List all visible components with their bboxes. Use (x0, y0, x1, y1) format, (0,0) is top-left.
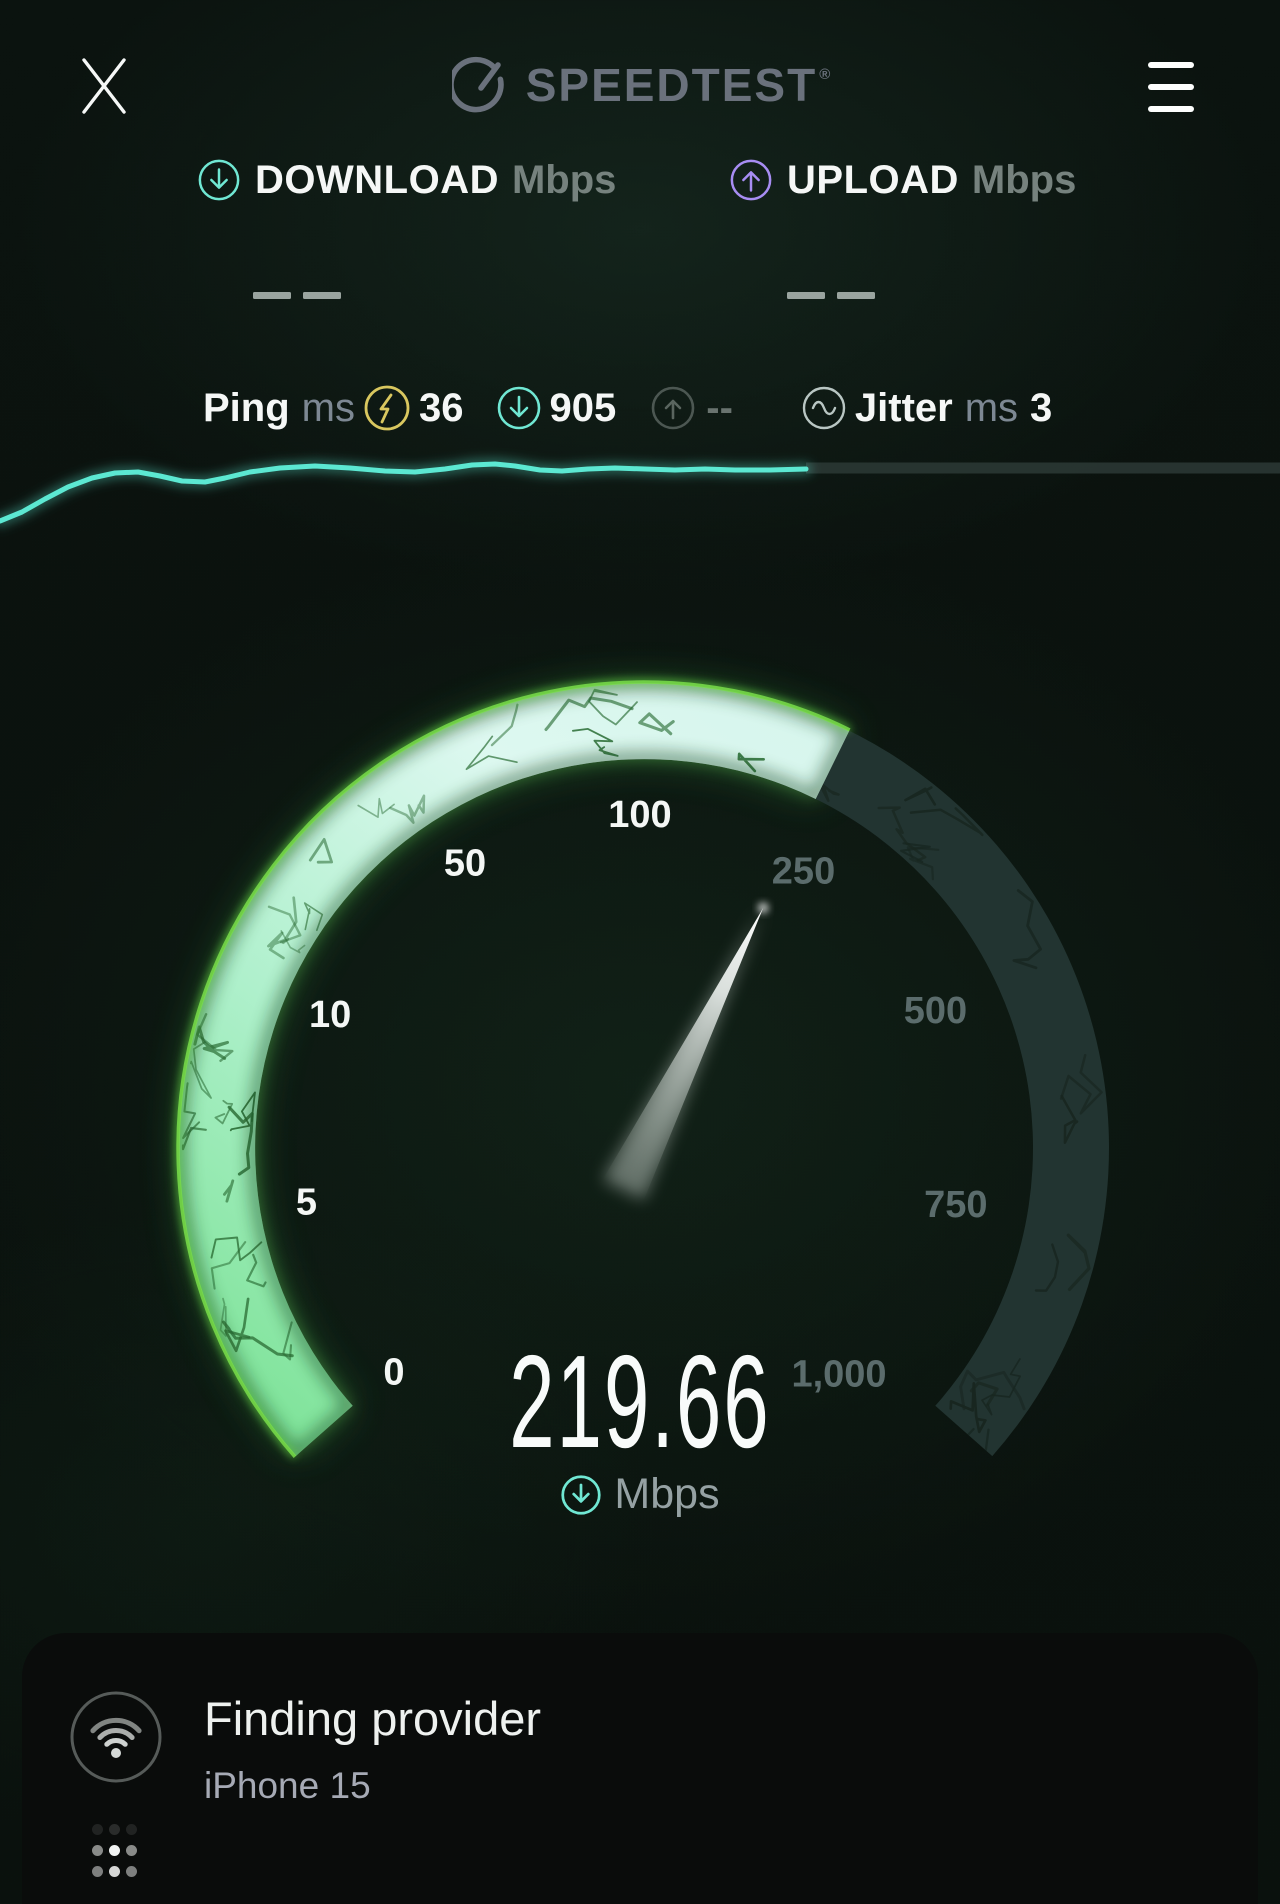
download-label: DOWNLOAD (255, 158, 499, 203)
upload-value-placeholder (787, 292, 875, 299)
gauge-tick-label: 500 (904, 990, 967, 1032)
download-unit: Mbps (512, 158, 616, 203)
jitter-unit: ms (965, 386, 1018, 431)
live-speed-graph (0, 430, 1280, 540)
menu-button[interactable] (1148, 62, 1196, 114)
gauge-tick-label: 250 (772, 851, 835, 893)
upload-circle-icon (729, 158, 773, 202)
ping-idle-value: 36 (419, 386, 464, 431)
connection-card[interactable]: Finding provider iPhone 15 (22, 1633, 1258, 1904)
gauge-needle (603, 903, 769, 1200)
ping-download-icon (496, 385, 542, 431)
upload-header: UPLOAD Mbps (729, 156, 1076, 204)
gauge-tick-label: 750 (924, 1184, 987, 1226)
upload-unit: Mbps (972, 158, 1076, 203)
gauge-tick-label: 5 (296, 1182, 317, 1224)
app-title: SPEEDTEST (526, 59, 818, 111)
speed-unit-label: Mbps (614, 1470, 719, 1519)
wifi-icon (68, 1689, 164, 1785)
ping-upload-icon (650, 385, 696, 431)
latency-row: Ping ms 36 905 -- Jitter ms 3 (203, 384, 1052, 432)
speed-gauge: 0510501002505007501,000 (0, 0, 1280, 1903)
ping-upload-value: -- (706, 386, 733, 431)
jitter-icon (801, 385, 847, 431)
download-value-placeholder (253, 292, 341, 299)
gauge-logo-icon (452, 56, 510, 114)
device-name: iPhone 15 (204, 1765, 371, 1807)
jitter-value: 3 (1030, 386, 1052, 431)
current-speed-unit-row: Mbps (0, 1470, 1280, 1519)
jitter-label: Jitter (855, 386, 953, 431)
gauge-tick-label: 10 (309, 994, 351, 1036)
gauge-tick-label: 100 (608, 794, 671, 836)
ping-label: Ping (203, 386, 290, 431)
download-circle-icon (197, 158, 241, 202)
loading-dots-indicator (92, 1824, 137, 1877)
gauge-tick-label: 50 (444, 843, 486, 885)
current-speed-value: 219.66 (0, 1336, 1280, 1468)
ping-download-value: 905 (550, 386, 617, 431)
provider-status: Finding provider (204, 1691, 541, 1746)
download-header: DOWNLOAD Mbps (197, 156, 616, 204)
upload-label: UPLOAD (787, 158, 959, 203)
speedtest-logo: SPEEDTEST® (0, 56, 1280, 114)
ping-idle-icon (363, 384, 411, 432)
registered-mark: ® (819, 66, 830, 83)
download-circle-icon (560, 1474, 602, 1516)
ping-unit: ms (302, 386, 355, 431)
